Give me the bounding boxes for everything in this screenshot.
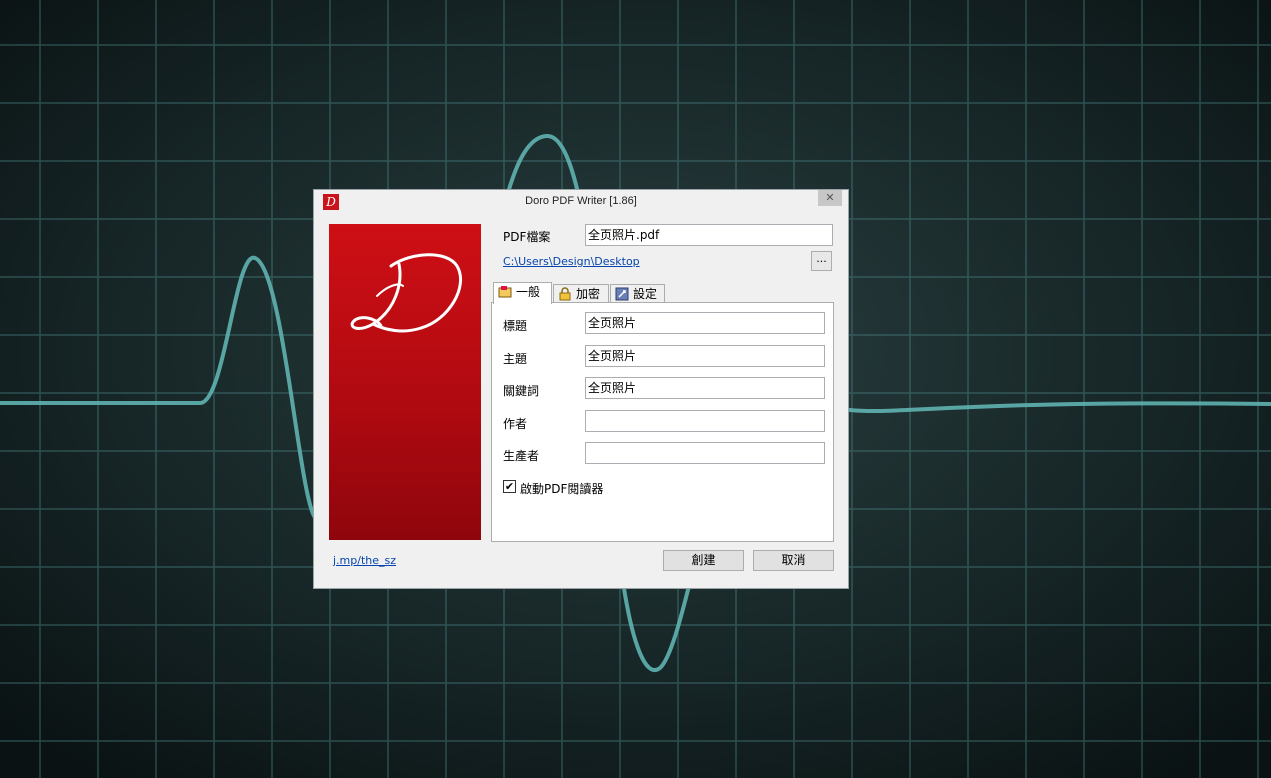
pdf-filename-input[interactable]: 全页照片.pdf bbox=[585, 224, 833, 246]
doro-pdf-writer-window: D Doro PDF Writer [1.86] ✕ PDF檔案 全页照片.pd… bbox=[313, 189, 849, 589]
window-title: Doro PDF Writer [1.86] bbox=[525, 195, 637, 207]
tab-settings-label: 設定 bbox=[633, 287, 658, 301]
open-viewer-label: 啟動PDF閱讀器 bbox=[520, 482, 604, 496]
create-button[interactable]: 創建 bbox=[663, 550, 744, 571]
title-bar[interactable]: D Doro PDF Writer [1.86] ✕ bbox=[314, 190, 848, 214]
close-button[interactable]: ✕ bbox=[818, 190, 842, 206]
producer-input[interactable] bbox=[585, 442, 825, 464]
author-label: 作者 bbox=[503, 417, 528, 431]
browse-button[interactable]: ... bbox=[811, 251, 832, 271]
tab-encryption-label: 加密 bbox=[576, 287, 601, 301]
script-d-logo bbox=[350, 253, 463, 333]
pdf-file-label: PDF檔案 bbox=[503, 230, 551, 244]
settings-icon bbox=[615, 287, 629, 301]
keywords-label: 關鍵詞 bbox=[503, 384, 540, 398]
tab-general-label: 一般 bbox=[516, 285, 541, 299]
title-label: 標題 bbox=[503, 319, 528, 333]
tab-encryption[interactable]: 加密 bbox=[553, 284, 609, 304]
doro-logo-banner bbox=[329, 224, 481, 540]
open-viewer-checkbox[interactable]: ✔ bbox=[503, 480, 516, 493]
general-tab-panel: 標題 全页照片 主題 全页照片 關鍵詞 全页照片 作者 生產者 ✔ 啟動PDF閱… bbox=[491, 302, 834, 542]
tab-settings[interactable]: 設定 bbox=[610, 284, 665, 304]
subject-input[interactable]: 全页照片 bbox=[585, 345, 825, 367]
cancel-button[interactable]: 取消 bbox=[753, 550, 834, 571]
website-link[interactable]: j.mp/the_sz bbox=[333, 554, 396, 567]
producer-label: 生產者 bbox=[503, 449, 540, 463]
general-icon bbox=[498, 285, 512, 299]
lock-icon bbox=[558, 286, 572, 301]
author-input[interactable] bbox=[585, 410, 825, 432]
title-input[interactable]: 全页照片 bbox=[585, 312, 825, 334]
tab-general[interactable]: 一般 bbox=[493, 282, 552, 304]
subject-label: 主題 bbox=[503, 352, 528, 366]
output-path-link[interactable]: C:\Users\Design\Desktop bbox=[503, 255, 640, 268]
keywords-input[interactable]: 全页照片 bbox=[585, 377, 825, 399]
